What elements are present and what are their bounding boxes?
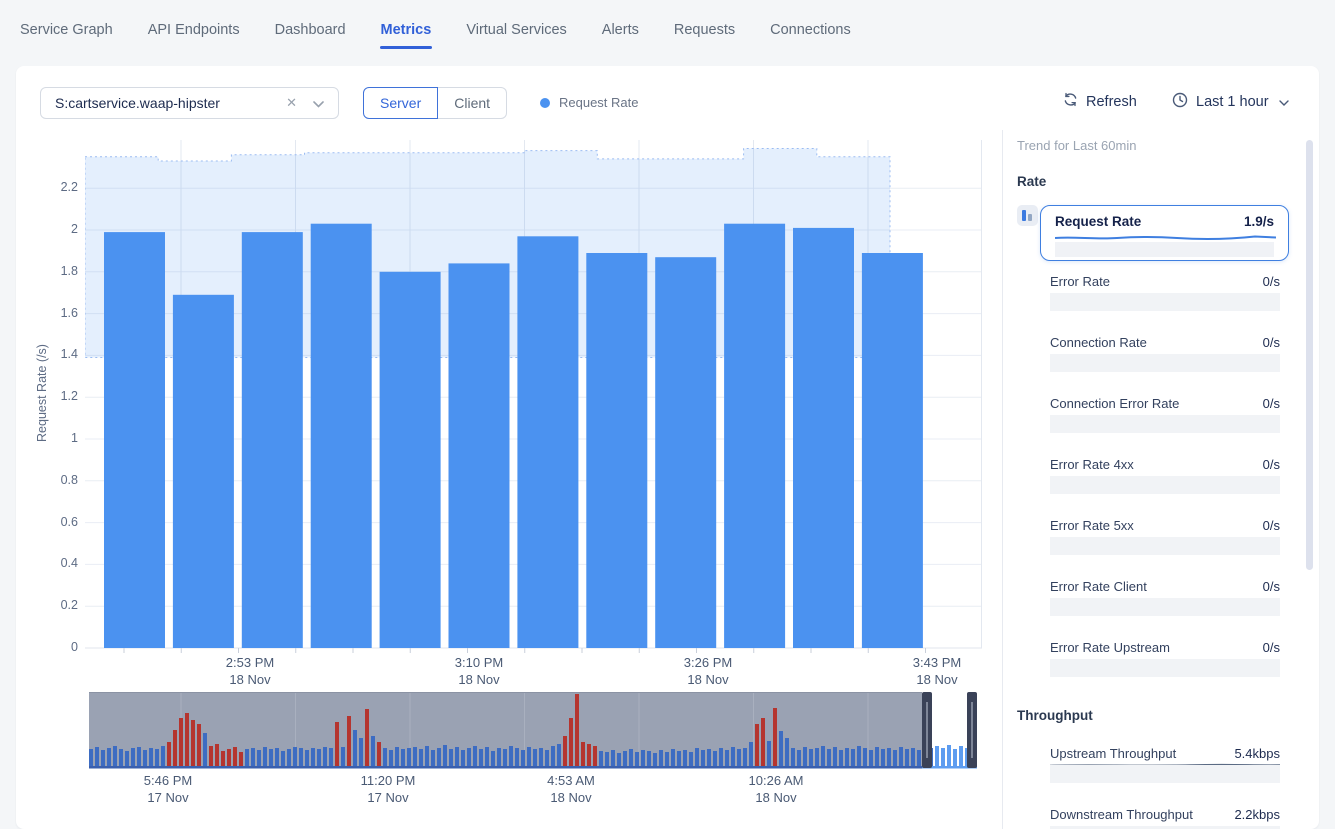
metric-item-error-rate-5xx[interactable]: Error Rate 5xx 0/s (1050, 518, 1280, 558)
metric-item-connection-rate[interactable]: Connection Rate 0/s (1050, 335, 1280, 375)
metric-value: 2.2kbps (1234, 807, 1280, 822)
server-toggle-button[interactable]: Server (363, 87, 438, 119)
bar-chart-icon (1017, 205, 1038, 226)
chart-legend: Request Rate (540, 95, 639, 110)
metrics-panel: S:cartservice.waap-hipster ✕ Server Clie… (16, 66, 1319, 829)
sparkline-area (1050, 598, 1280, 616)
metric-value: 0/s (1263, 396, 1280, 411)
metric-label: Downstream Throughput (1050, 807, 1193, 822)
metric-card-request-rate[interactable]: Request Rate 1.9/s (1040, 205, 1289, 261)
clock-icon (1172, 92, 1188, 112)
chevron-down-icon[interactable] (313, 95, 324, 111)
sparkline-area (1050, 415, 1280, 433)
request-rate-sparkline (1055, 232, 1276, 242)
section-title-rate: Rate (1017, 174, 1046, 189)
sparkline-area (1050, 537, 1280, 555)
request-rate-bar-chart (85, 140, 982, 659)
metric-item-error-rate-upstream[interactable]: Error Rate Upstream 0/s (1050, 640, 1280, 680)
service-selector-value: S:cartservice.waap-hipster (55, 95, 286, 111)
metric-label: Error Rate (1050, 274, 1110, 289)
metric-label: Connection Error Rate (1050, 396, 1179, 411)
navigator-axis-label: 10:26 AM18 Nov (731, 772, 821, 806)
metric-item-upstream-throughput[interactable]: Upstream Throughput 5.4kbps (1050, 746, 1280, 786)
legend-dot-icon (540, 98, 550, 108)
nav-tab-dashboard[interactable]: Dashboard (275, 0, 346, 60)
metric-label: Error Rate 4xx (1050, 457, 1134, 472)
metric-item-connection-error-rate[interactable]: Connection Error Rate 0/s (1050, 396, 1280, 436)
sidebar-scrollbar-thumb[interactable] (1306, 140, 1313, 570)
time-range-label: Last 1 hour (1196, 94, 1269, 110)
section-title-throughput: Throughput (1017, 708, 1093, 723)
timeline-navigator-chart[interactable] (89, 692, 977, 775)
client-toggle-button[interactable]: Client (438, 87, 507, 119)
x-axis-label: 2:53 PM18 Nov (205, 654, 295, 688)
sparkline-area (1050, 354, 1280, 372)
clear-icon[interactable]: ✕ (286, 95, 297, 111)
refresh-icon (1063, 92, 1078, 111)
metric-label: Upstream Throughput (1050, 746, 1176, 761)
metric-value: 0/s (1263, 579, 1280, 594)
x-axis-label: 3:26 PM18 Nov (663, 654, 753, 688)
metric-value: 0/s (1263, 518, 1280, 533)
nav-tab-service-graph[interactable]: Service Graph (20, 0, 113, 60)
refresh-button[interactable]: Refresh (1063, 92, 1137, 111)
x-axis-label: 3:10 PM18 Nov (434, 654, 524, 688)
sidebar-divider (1002, 130, 1003, 829)
top-nav: Service Graph API Endpoints Dashboard Metri… (0, 0, 1335, 60)
nav-tab-connections[interactable]: Connections (770, 0, 851, 60)
navigator-axis-label: 11:20 PM17 Nov (343, 772, 433, 806)
sparkline-area (1050, 765, 1280, 783)
nav-tab-alerts[interactable]: Alerts (602, 0, 639, 60)
metric-label: Error Rate Client (1050, 579, 1147, 594)
trend-title: Trend for Last 60min (1017, 138, 1136, 153)
sparkline-area (1050, 293, 1280, 311)
refresh-label: Refresh (1086, 94, 1137, 110)
nav-tab-api-endpoints[interactable]: API Endpoints (148, 0, 240, 60)
navigator-axis-label: 4:53 AM18 Nov (526, 772, 616, 806)
server-client-toggle: Server Client (363, 87, 507, 119)
service-selector[interactable]: S:cartservice.waap-hipster ✕ (40, 87, 339, 119)
metric-item-error-rate[interactable]: Error Rate 0/s (1050, 274, 1280, 314)
metric-label: Request Rate (1055, 214, 1141, 229)
x-axis-label: 3:43 PM18 Nov (892, 654, 982, 688)
sparkline-area (1055, 242, 1274, 257)
legend-label: Request Rate (559, 95, 639, 110)
metric-value: 0/s (1263, 640, 1280, 655)
nav-tab-metrics[interactable]: Metrics (381, 0, 432, 60)
metric-item-error-rate-4xx[interactable]: Error Rate 4xx 0/s (1050, 457, 1280, 497)
metric-value: 1.9/s (1244, 214, 1274, 229)
metric-item-error-rate-client[interactable]: Error Rate Client 0/s (1050, 579, 1280, 619)
metric-label: Connection Rate (1050, 335, 1147, 350)
metric-label: Error Rate Upstream (1050, 640, 1170, 655)
metric-item-downstream-throughput[interactable]: Downstream Throughput 2.2kbps (1050, 807, 1280, 829)
sparkline-area (1050, 659, 1280, 677)
metric-value: 0/s (1263, 457, 1280, 472)
nav-tab-requests[interactable]: Requests (674, 0, 735, 60)
sparkline-area (1050, 476, 1280, 494)
time-range-selector[interactable]: Last 1 hour (1172, 92, 1289, 112)
metric-value: 0/s (1263, 335, 1280, 350)
nav-tab-virtual-services[interactable]: Virtual Services (466, 0, 566, 60)
metric-value: 5.4kbps (1234, 746, 1280, 761)
metric-value: 0/s (1263, 274, 1280, 289)
navigator-axis-label: 5:46 PM17 Nov (123, 772, 213, 806)
metric-label: Error Rate 5xx (1050, 518, 1134, 533)
chevron-down-icon (1279, 94, 1289, 110)
